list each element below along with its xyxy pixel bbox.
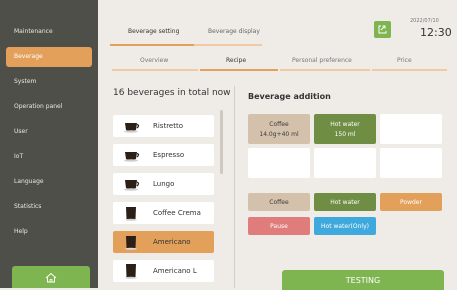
main-panel: Beverage setting Beverage display 2022/0… — [98, 0, 457, 290]
add-powder-button[interactable]: Powder — [380, 193, 442, 211]
beverage-item-ristretto[interactable]: Ristretto — [113, 115, 214, 137]
tab-underline — [194, 44, 262, 46]
panel-divider — [234, 86, 235, 288]
subtab-personal-preference[interactable]: Personal preference — [292, 57, 352, 64]
subtab-line-personal — [280, 69, 370, 71]
subtab-line-recipe — [200, 69, 278, 71]
sidebar-item-beverage[interactable]: Beverage — [6, 47, 92, 67]
sidebar-item-help[interactable]: Help — [6, 222, 92, 242]
beverage-addition-title: Beverage addition — [248, 92, 331, 101]
export-icon — [378, 25, 387, 34]
step-value: 14.0g+40 ml — [259, 130, 299, 138]
subtab-overview[interactable]: Overview — [140, 57, 168, 64]
beverage-label: Ristretto — [153, 122, 184, 130]
sidebar-item-maintenance[interactable]: Maintenance — [6, 22, 92, 42]
tab-beverage-setting[interactable]: Beverage setting — [128, 28, 179, 35]
testing-button[interactable]: TESTING — [282, 270, 444, 290]
beverage-item-coffee-crema[interactable]: Coffee Crema — [113, 202, 214, 224]
sub-tabs: Overview Recipe Personal preference Pric… — [112, 57, 447, 71]
beverage-item-espresso[interactable]: Espresso — [113, 144, 214, 166]
beverage-label: Coffee Crema — [153, 209, 201, 217]
subtab-line-price — [372, 69, 447, 71]
export-button[interactable] — [374, 21, 391, 38]
beverage-list-scrollbar[interactable] — [220, 110, 223, 174]
time-display: 12:30 — [420, 26, 452, 39]
step-slot-empty[interactable] — [380, 148, 442, 178]
beverage-item-americano[interactable]: Americano — [113, 231, 214, 253]
sidebar: Maintenance Beverage System Operation pa… — [0, 0, 98, 288]
cup-icon — [121, 117, 143, 135]
sidebar-item-iot[interactable]: IoT — [6, 147, 92, 167]
subtab-price[interactable]: Price — [397, 57, 412, 64]
sidebar-item-user[interactable]: User — [6, 122, 92, 142]
beverage-item-americano-l[interactable]: Americano L — [113, 260, 214, 282]
subtab-recipe[interactable]: Recipe — [226, 57, 246, 64]
beverage-item-lungo[interactable]: Lungo — [113, 173, 214, 195]
step-name: Coffee — [269, 120, 289, 128]
sidebar-item-system[interactable]: System — [6, 72, 92, 92]
beverage-label: Espresso — [153, 151, 185, 159]
tab-indicator — [110, 44, 194, 46]
tab-beverage-display[interactable]: Beverage display — [208, 28, 260, 35]
beverage-label: Americano L — [153, 267, 197, 275]
beverage-count-title: 16 beverages in total now — [113, 88, 231, 98]
sidebar-item-language[interactable]: Language — [6, 172, 92, 192]
sidebar-item-operation-panel[interactable]: Operation panel — [6, 97, 92, 117]
step-coffee[interactable]: Coffee 14.0g+40 ml — [248, 114, 310, 144]
cup-icon — [121, 146, 143, 164]
cup-icon — [121, 233, 143, 251]
step-slot-empty[interactable] — [248, 148, 310, 178]
date-display: 2022/07/10 — [410, 18, 439, 24]
subtab-line-overview — [112, 69, 198, 71]
home-icon — [45, 272, 57, 282]
add-hot-water-button[interactable]: Hot water — [314, 193, 376, 211]
cup-icon — [121, 175, 143, 193]
home-button[interactable] — [12, 266, 90, 288]
sidebar-item-statistics[interactable]: Statistics — [6, 197, 92, 217]
step-name: Hot water — [330, 120, 360, 128]
add-hot-water-only-button[interactable]: Hot water(Only) — [314, 217, 376, 235]
step-value: 150 ml — [334, 130, 356, 138]
step-slot-empty[interactable] — [314, 148, 376, 178]
beverage-label: Lungo — [153, 180, 175, 188]
cup-icon — [121, 262, 143, 280]
step-slot-empty[interactable] — [380, 114, 442, 144]
cup-icon — [121, 204, 143, 222]
beverage-label: Americano — [153, 238, 191, 246]
add-pause-button[interactable]: Pause — [248, 217, 310, 235]
step-hot-water[interactable]: Hot water 150 ml — [314, 114, 376, 144]
add-coffee-button[interactable]: Coffee — [248, 193, 310, 211]
